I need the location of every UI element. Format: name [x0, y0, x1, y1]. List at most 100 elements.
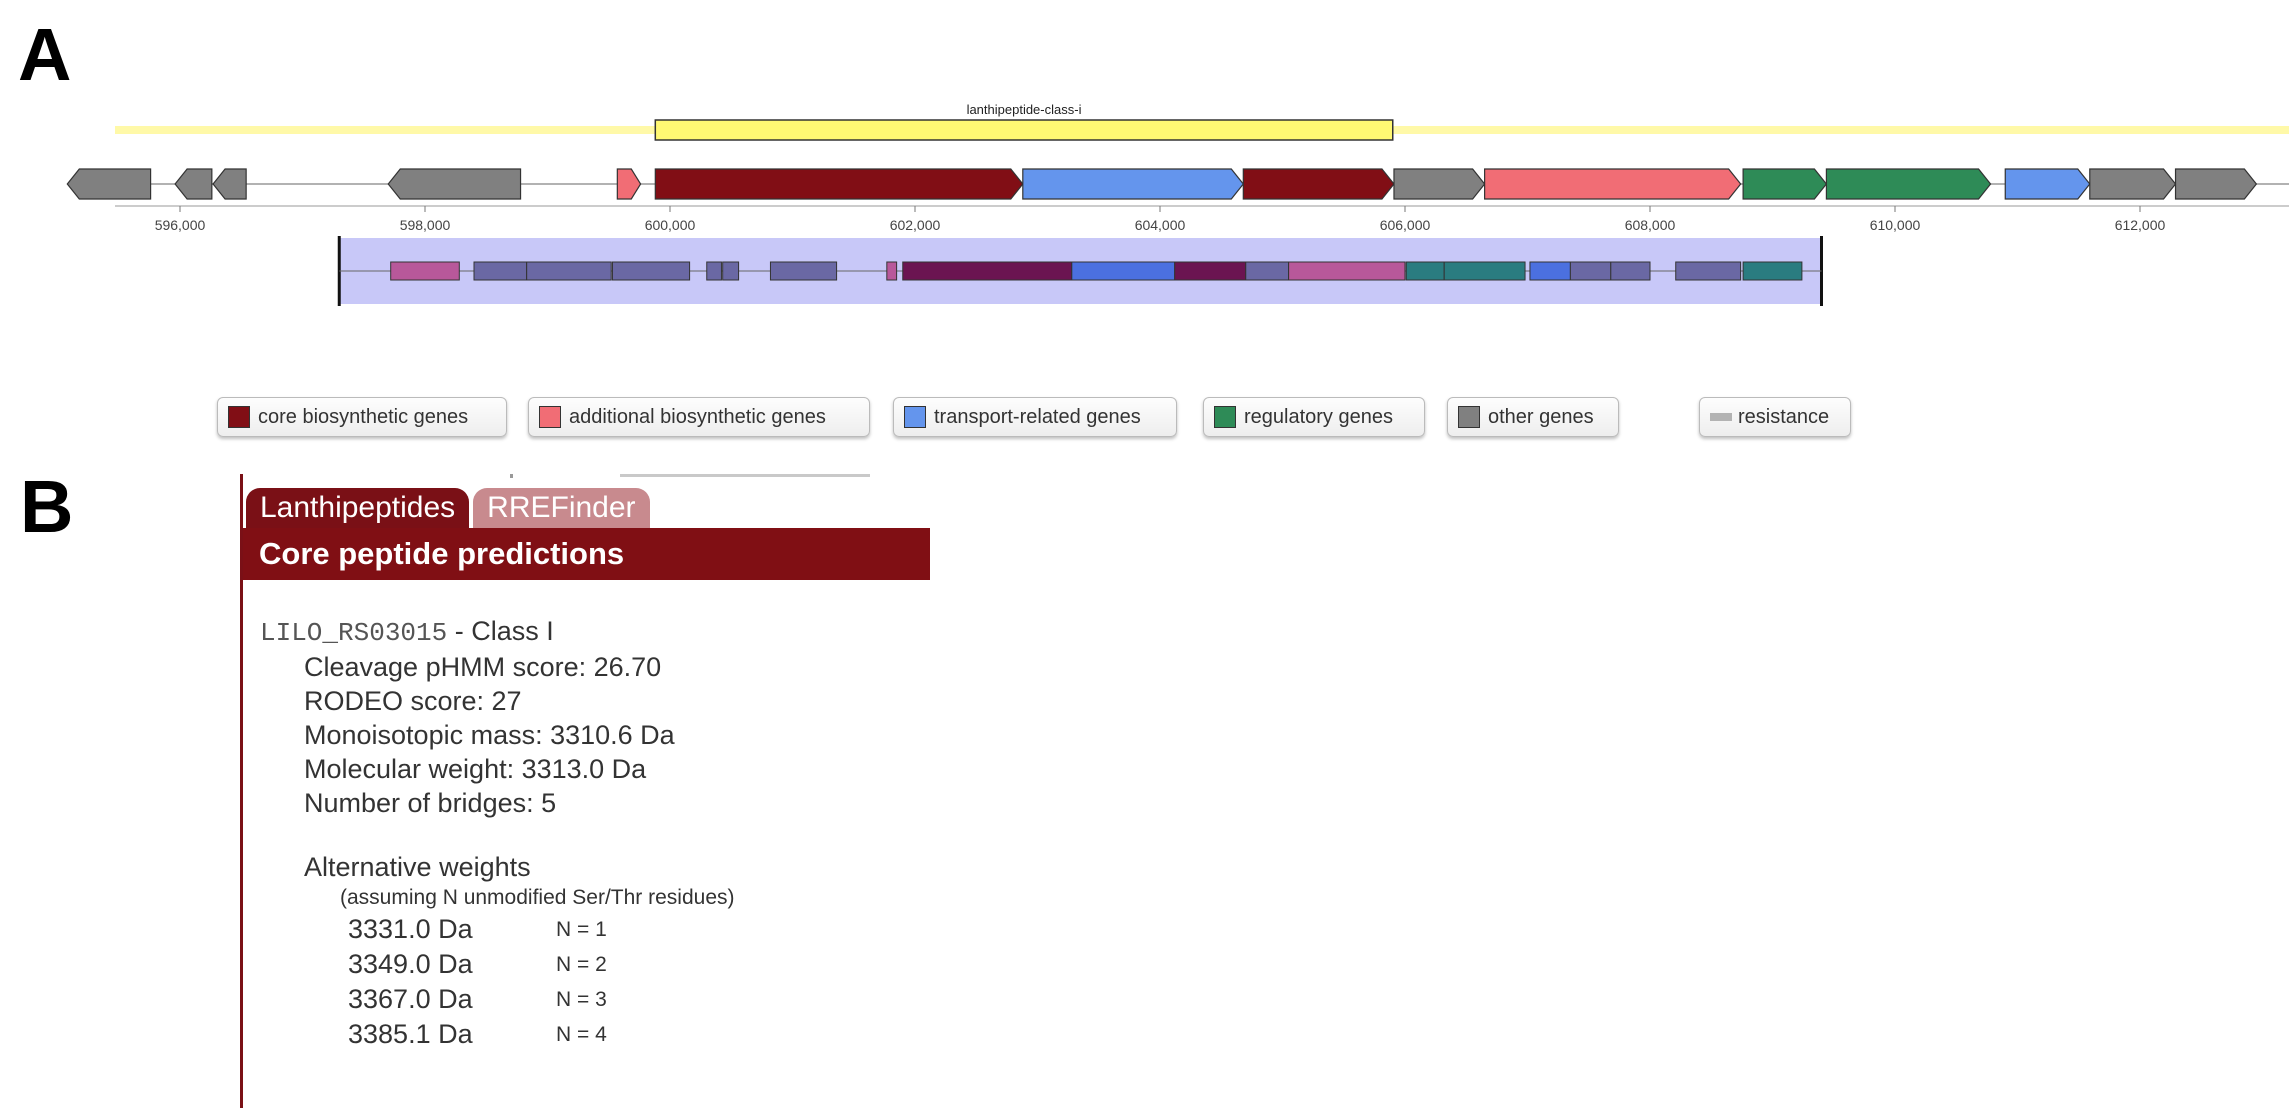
- alt-weight-row: 3385.1 Da N = 4: [260, 1017, 735, 1052]
- axis-tick-label: 608,000: [1625, 217, 1676, 233]
- gene-arrow-other: [2174, 168, 2258, 200]
- protein-domain: [1569, 261, 1612, 281]
- alt-weight-n: N = 2: [556, 953, 607, 976]
- protein-domain: [722, 261, 740, 281]
- tab-lanthipeptides[interactable]: Lanthipeptides: [246, 488, 470, 528]
- protein-domain: [611, 261, 691, 281]
- protein-domain: [902, 261, 1073, 281]
- molecular-weight: Molecular weight: 3313.0 Da: [304, 754, 647, 784]
- region-label: lanthipeptide-class-i: [967, 102, 1082, 117]
- legend-transport-label: transport-related genes: [934, 405, 1141, 428]
- axis-tick-label: 612,000: [2115, 217, 2166, 233]
- legend-resistance-label: resistance: [1738, 405, 1830, 428]
- monoisotopic-mass: Monoisotopic mass: 3310.6 Da: [304, 720, 675, 750]
- gene-arrow-transport: [1022, 168, 1245, 200]
- domain-track: [337, 236, 1823, 306]
- legend-regulatory-label: regulatory genes: [1244, 405, 1393, 428]
- gene-arrow-other: [2089, 168, 2177, 200]
- protein-domain: [1610, 261, 1651, 281]
- gene-arrow-additional: [616, 168, 642, 200]
- alt-weight-n: N = 1: [556, 918, 607, 941]
- regulatory-swatch: [1214, 406, 1236, 428]
- locus-tag: LILO_RS03015: [260, 618, 448, 648]
- rodeo-score: RODEO score: 27: [304, 686, 522, 716]
- protein-domain: [1675, 261, 1742, 281]
- legend-additional-label: additional biosynthetic genes: [569, 405, 826, 428]
- resistance-swatch: [1710, 413, 1732, 421]
- gene-arrow-core: [1242, 168, 1395, 200]
- protein-domain: [473, 261, 528, 281]
- section-header: Core peptide predictions: [243, 528, 930, 580]
- transport-swatch: [904, 406, 926, 428]
- alt-weight-mass: 3331.0 Da: [348, 914, 473, 944]
- alt-weight-row: 3349.0 Da N = 2: [260, 947, 735, 982]
- peptide-class: - Class I: [454, 616, 554, 646]
- gene-track: [66, 168, 2289, 200]
- axis-tick-label: 600,000: [645, 217, 696, 233]
- gene-arrow-other: [1393, 168, 1486, 200]
- legend-core-button[interactable]: core biosynthetic genes: [217, 397, 507, 437]
- core-swatch: [228, 406, 250, 428]
- axis-tick-label: 602,000: [890, 217, 941, 233]
- prediction-title: LILO_RS03015 - Class I: [260, 614, 735, 650]
- axis-tick-label: 610,000: [1870, 217, 1921, 233]
- protein-domain: [1405, 261, 1445, 281]
- axis-tick-label: 596,000: [155, 217, 206, 233]
- gene-arrow-other: [66, 168, 152, 200]
- region-track: lanthipeptide-class-i: [115, 102, 2289, 141]
- gene-arrow-other: [387, 168, 522, 200]
- protein-domain: [706, 261, 722, 281]
- gene-arrow-other: [174, 168, 213, 200]
- protein-domain: [526, 261, 612, 281]
- protein-domain: [1245, 261, 1290, 281]
- protein-domain: [1529, 261, 1571, 281]
- axis-tick-label: 604,000: [1135, 217, 1186, 233]
- legend-regulatory-button[interactable]: regulatory genes: [1203, 397, 1425, 437]
- alt-weight-n: N = 3: [556, 988, 607, 1011]
- legend-other-label: other genes: [1488, 405, 1594, 428]
- protein-domain: [390, 261, 460, 281]
- gene-cluster-map: lanthipeptide-class-i 596,000 598,000 600,…: [66, 102, 2289, 306]
- gene-arrow-other: [212, 168, 247, 200]
- gene-arrow-additional: [1484, 168, 1742, 200]
- axis-tick-label: 598,000: [400, 217, 451, 233]
- protein-domain: [886, 261, 898, 281]
- legend-additional-button[interactable]: additional biosynthetic genes: [528, 397, 870, 437]
- legend-other-button[interactable]: other genes: [1447, 397, 1619, 437]
- coordinate-axis: 596,000 598,000 600,000 602,000 604,000 606,0…: [115, 205, 2289, 233]
- alt-weight-mass: 3385.1 Da: [348, 1019, 473, 1049]
- legend-transport-button[interactable]: transport-related genes: [893, 397, 1177, 437]
- clipped-content-edge: [620, 474, 870, 477]
- protein-domain: [769, 261, 838, 281]
- lanthipeptide-panel: Lanthipeptides RREFinder Core peptide pr…: [240, 474, 930, 1108]
- other-swatch: [1458, 406, 1480, 428]
- gene-arrow-regulatory: [1742, 168, 1828, 200]
- bridge-count: Number of bridges: 5: [304, 788, 557, 818]
- additional-swatch: [539, 406, 561, 428]
- alt-weight-row: 3367.0 Da N = 3: [260, 982, 735, 1017]
- region-box: [654, 119, 1394, 141]
- legend-core-label: core biosynthetic genes: [258, 405, 469, 428]
- gene-arrow-core: [654, 168, 1024, 200]
- tab-bar: Lanthipeptides RREFinder: [246, 488, 654, 528]
- cleavage-score: Cleavage pHMM score: 26.70: [304, 652, 662, 682]
- protein-domain: [1174, 261, 1247, 281]
- alt-weights-note: (assuming N unmodified Ser/Thr residues): [340, 886, 735, 909]
- protein-domain: [1443, 261, 1526, 281]
- alt-weights-title: Alternative weights: [304, 852, 531, 882]
- protein-domain: [1071, 261, 1176, 281]
- alt-weight-n: N = 4: [556, 1023, 607, 1046]
- axis-tick-label: 606,000: [1380, 217, 1431, 233]
- prediction-details: LILO_RS03015 - Class I Cleavage pHMM sco…: [260, 614, 735, 1052]
- alt-weight-mass: 3367.0 Da: [348, 984, 473, 1014]
- tab-rrefinder[interactable]: RREFinder: [473, 488, 650, 528]
- clipped-content-mark: [510, 474, 513, 478]
- gene-arrow-transport: [2004, 168, 2091, 200]
- protein-domain: [1288, 261, 1406, 281]
- alt-weight-mass: 3349.0 Da: [348, 949, 473, 979]
- panel-label-b: B: [20, 465, 74, 548]
- gene-arrow-regulatory: [1825, 168, 1992, 200]
- protein-domain: [1742, 261, 1803, 281]
- alt-weight-row: 3331.0 Da N = 1: [260, 912, 735, 947]
- legend-resistance-button[interactable]: resistance: [1699, 397, 1851, 437]
